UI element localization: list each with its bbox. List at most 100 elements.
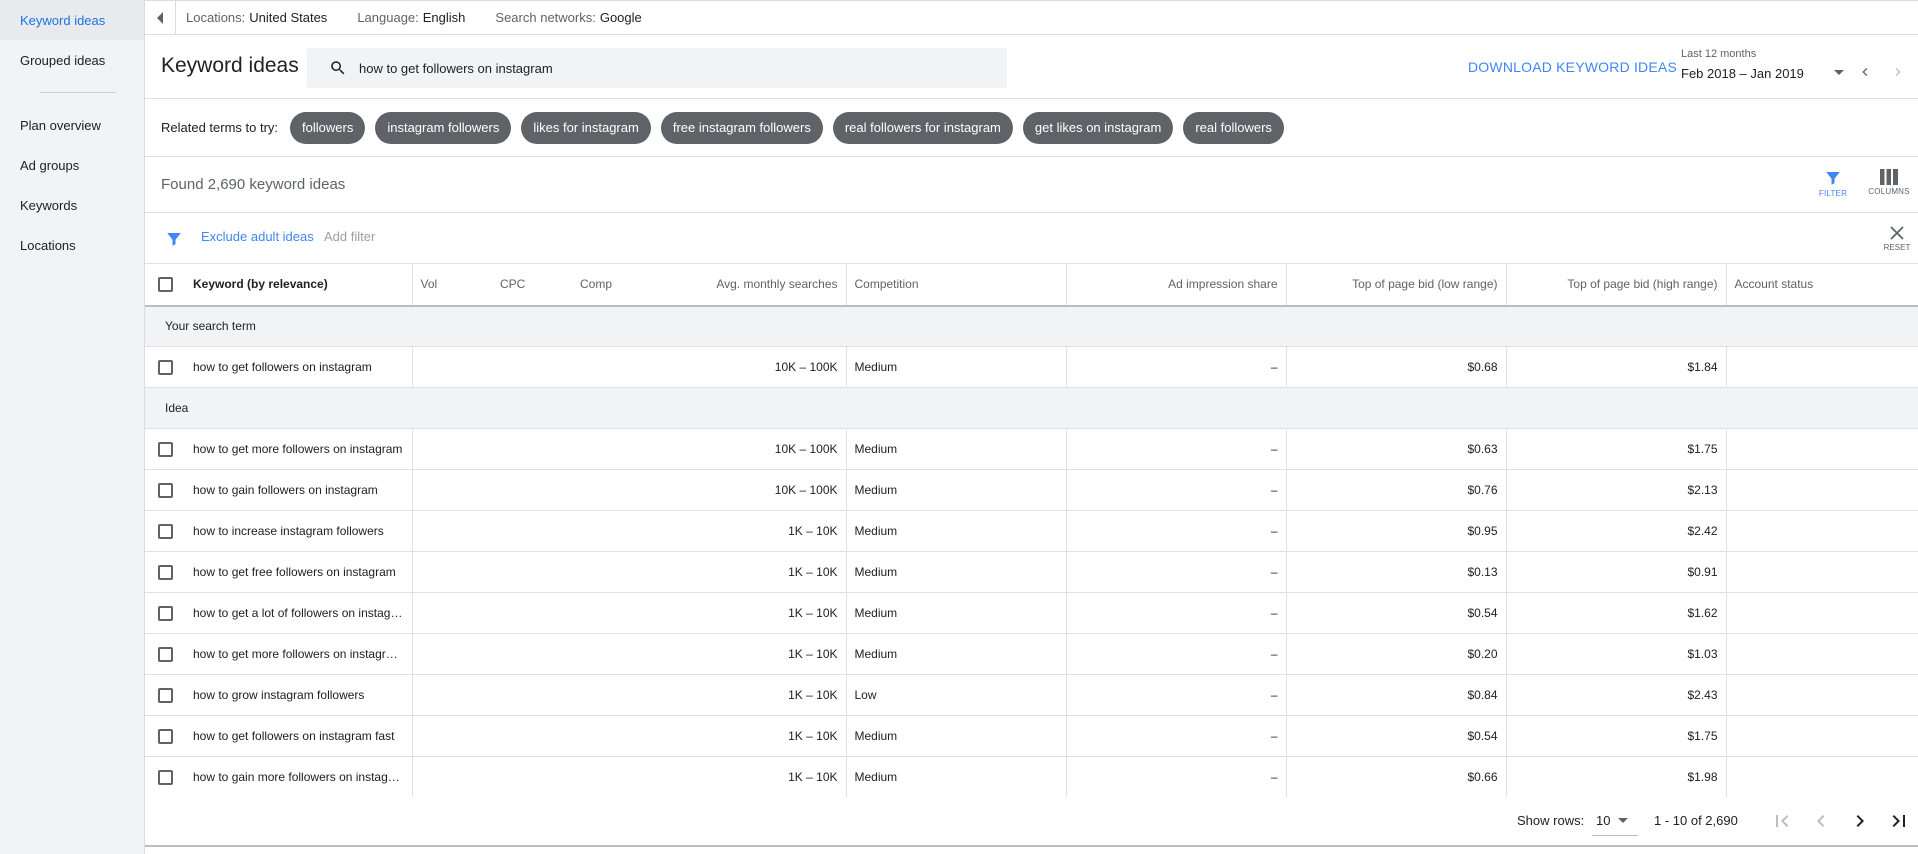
close-icon [1890, 226, 1904, 240]
sidebar-item-ad-groups[interactable]: Ad groups [0, 145, 144, 185]
search-networks-setting[interactable]: Search networks: Google [495, 10, 641, 25]
table-row[interactable]: how to get a lot of followers on instagr… [145, 592, 1918, 634]
keyword-cell: how to increase instagram followers [185, 510, 412, 552]
related-chip[interactable]: real followers for instagram [832, 111, 1013, 144]
row-checkbox[interactable] [157, 646, 173, 662]
dropdown-arrow-icon[interactable] [1834, 70, 1844, 75]
row-checkbox[interactable] [157, 605, 173, 621]
search-networks-value: Google [599, 10, 642, 25]
column-header-comp[interactable]: Comp [572, 263, 658, 307]
row-checkbox[interactable] [157, 564, 173, 580]
keyword-cell: how to grow instagram followers [185, 674, 412, 716]
table-row[interactable]: how to gain followers on instagram 10K –… [145, 469, 1918, 511]
language-value: English [422, 10, 466, 25]
chevron-right-icon[interactable] [1848, 809, 1872, 833]
column-header-competition[interactable]: Competition [845, 263, 1066, 307]
avg-searches-cell: 1K – 10K [411, 715, 846, 757]
row-checkbox[interactable] [157, 441, 173, 457]
column-header-keyword[interactable]: Keyword (by relevance) [185, 263, 412, 307]
table-row[interactable]: how to increase instagram followers 1K –… [145, 510, 1918, 552]
column-header-avg-monthly-searches[interactable]: Avg. monthly searches [658, 263, 846, 307]
related-chip[interactable]: followers [290, 111, 366, 144]
keyword-cell: how to get more followers on instagram [185, 428, 412, 470]
related-chip[interactable]: likes for instagram [521, 111, 651, 144]
row-checkbox[interactable] [157, 523, 173, 539]
row-checkbox-cell [145, 674, 185, 716]
language-setting[interactable]: Language: English [357, 10, 465, 25]
avg-searches-cell: 1K – 10K [411, 510, 846, 552]
page-range-info: 1 - 10 of 2,690 [1654, 813, 1738, 828]
column-header-vol[interactable]: Vol [411, 263, 492, 307]
table-row[interactable]: how to get more followers on instagram f… [145, 633, 1918, 675]
table-row[interactable]: how to gain more followers on instagram … [145, 756, 1918, 797]
page-header: Keyword ideas DOWNLOAD KEYWORD IDEAS Las… [145, 35, 1918, 99]
keyword-cell: how to get a lot of followers on instagr… [185, 592, 412, 634]
related-chip[interactable]: real followers [1183, 111, 1284, 144]
row-checkbox[interactable] [157, 687, 173, 703]
reset-button[interactable]: RESET [1882, 225, 1912, 252]
competition-cell: Medium [845, 428, 1066, 470]
date-range-label: Last 12 months [1681, 48, 1757, 60]
sidebar-item-grouped-ideas[interactable]: Grouped ideas [0, 40, 144, 80]
search-input[interactable] [359, 60, 959, 76]
first-page-icon[interactable] [1770, 809, 1794, 833]
impression-share-cell: – [1065, 756, 1286, 797]
last-page-icon[interactable] [1887, 809, 1911, 833]
select-all-checkbox-cell [145, 263, 185, 307]
sidebar-item-keyword-ideas[interactable]: Keyword ideas [0, 0, 144, 40]
language-label: Language: [357, 10, 419, 25]
locations-setting[interactable]: Locations: United States [186, 10, 327, 25]
keyword-cell: how to get free followers on instagram [185, 551, 412, 593]
row-checkbox[interactable] [157, 359, 173, 375]
chevron-left-icon[interactable] [1809, 809, 1833, 833]
avg-searches-cell: 1K – 10K [411, 756, 846, 797]
sidebar-item-plan-overview[interactable]: Plan overview [0, 105, 144, 145]
columns-button[interactable]: COLUMNS [1867, 169, 1911, 209]
column-header-high-bid[interactable]: Top of page bid (high range) [1505, 263, 1726, 307]
chevron-right-icon[interactable] [1890, 64, 1906, 80]
row-checkbox[interactable] [157, 728, 173, 744]
account-status-cell [1725, 715, 1918, 757]
impression-share-cell: – [1065, 428, 1286, 470]
table-row[interactable]: how to grow instagram followers 1K – 10K… [145, 674, 1918, 716]
table-row[interactable]: how to get more followers on instagram 1… [145, 428, 1918, 470]
collapse-left-icon [157, 11, 163, 24]
row-checkbox[interactable] [157, 482, 173, 498]
sidebar-item-locations[interactable]: Locations [0, 225, 144, 265]
rows-per-page-select[interactable]: 10 [1592, 806, 1638, 836]
column-header-low-bid[interactable]: Top of page bid (low range) [1285, 263, 1506, 307]
low-bid-cell: $0.76 [1285, 469, 1506, 511]
related-chip[interactable]: get likes on instagram [1022, 111, 1174, 144]
related-chip[interactable]: instagram followers [375, 111, 512, 144]
row-checkbox[interactable] [157, 769, 173, 785]
account-status-cell [1725, 674, 1918, 716]
column-header-account-status[interactable]: Account status [1725, 263, 1918, 307]
date-range-select[interactable]: Feb 2018 – Jan 2019 [1681, 66, 1804, 81]
section-header-search-term: Your search term [145, 305, 1918, 347]
add-filter-button[interactable]: Add filter [324, 229, 375, 244]
keyword-search-box[interactable] [307, 48, 1007, 88]
table-row[interactable]: how to get free followers on instagram 1… [145, 551, 1918, 593]
column-header-ad-impression-share[interactable]: Ad impression share [1065, 263, 1286, 307]
high-bid-cell: $1.84 [1505, 346, 1726, 388]
account-status-cell [1725, 551, 1918, 593]
exclude-adult-ideas-filter[interactable]: Exclude adult ideas [201, 229, 314, 244]
download-keyword-ideas-button[interactable]: DOWNLOAD KEYWORD IDEAS [1468, 59, 1677, 75]
section-label: Idea [145, 387, 1918, 429]
select-all-checkbox[interactable] [157, 276, 173, 292]
section-label: Your search term [145, 305, 1918, 347]
chevron-left-icon[interactable] [1857, 64, 1873, 80]
rows-per-page-value: 10 [1596, 813, 1611, 828]
row-checkbox-cell [145, 633, 185, 675]
table-row[interactable]: how to get followers on instagram fast 1… [145, 715, 1918, 757]
sidebar-item-keywords[interactable]: Keywords [0, 185, 144, 225]
filter-bar: Exclude adult ideas Add filter RESET [145, 213, 1918, 263]
filter-button[interactable]: FILTER [1811, 169, 1855, 209]
collapse-sidebar-button[interactable] [145, 1, 176, 34]
related-chip[interactable]: free instagram followers [660, 111, 823, 144]
low-bid-cell: $0.13 [1285, 551, 1506, 593]
low-bid-cell: $0.20 [1285, 633, 1506, 675]
account-status-cell [1725, 428, 1918, 470]
column-header-cpc[interactable]: CPC [492, 263, 572, 307]
table-row[interactable]: how to get followers on instagram 10K – … [145, 346, 1918, 388]
